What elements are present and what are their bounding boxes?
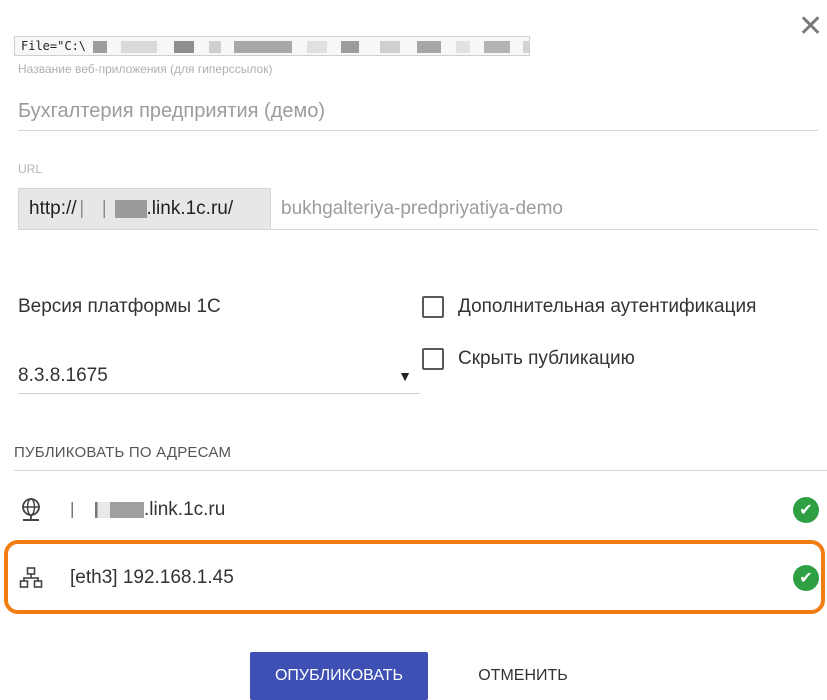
platform-version-label: Версия платформы 1С xyxy=(18,296,221,317)
address-text: .link.1c.ru xyxy=(144,499,226,520)
redacted-path-block xyxy=(483,40,510,53)
highlight-frame xyxy=(4,540,825,614)
hide-publication-label: Скрыть публикацию xyxy=(458,348,635,369)
redacted-path-block xyxy=(456,40,471,53)
connection-string-prefix: File="C:\ xyxy=(21,39,87,53)
redacted-path-block xyxy=(340,40,359,53)
redacted-path-block xyxy=(522,40,529,53)
platform-version-select[interactable]: 8.3.8.1675 ▼ xyxy=(18,358,420,394)
redacted-path-block xyxy=(417,40,442,53)
section-divider xyxy=(14,470,827,471)
redacted-path-block xyxy=(307,40,328,53)
publish-button[interactable]: ОПУБЛИКОВАТЬ xyxy=(250,652,428,700)
url-path-input[interactable]: bukhgalteriya-predpriyatiya-demo xyxy=(271,188,818,230)
url-label: URL xyxy=(18,162,43,176)
close-icon[interactable]: ✕ xyxy=(798,12,823,42)
chevron-down-icon: ▼ xyxy=(398,368,412,384)
redacted-host xyxy=(70,502,144,518)
extra-auth-option[interactable]: Дополнительная аутентификация xyxy=(422,296,756,318)
platform-version-value: 8.3.8.1675 xyxy=(18,365,108,386)
hide-publication-option[interactable]: Скрыть публикацию xyxy=(422,348,635,370)
cancel-button[interactable]: ОТМЕНИТЬ xyxy=(456,652,590,700)
app-name-input[interactable]: Бухгалтерия предприятия (демо) xyxy=(18,92,818,131)
extra-auth-label: Дополнительная аутентификация xyxy=(458,296,757,317)
redacted-path-block xyxy=(234,40,293,53)
url-domain: .link.1c.ru/ xyxy=(146,198,234,219)
publish-addresses-title: ПУБЛИКОВАТЬ ПО АДРЕСАМ xyxy=(14,444,232,461)
url-prefix: http:// .link.1c.ru/ xyxy=(18,188,271,230)
redacted-path-block xyxy=(93,40,108,53)
redacted-path-block xyxy=(379,40,400,53)
globe-icon xyxy=(18,497,44,523)
address-row-external[interactable]: .link.1c.ru ✔ xyxy=(14,482,827,538)
app-name-hint: Название веб-приложения (для гиперссылок… xyxy=(18,62,273,76)
redacted-path-block xyxy=(208,40,221,53)
url-scheme: http:// xyxy=(29,198,77,219)
hide-publication-checkbox[interactable] xyxy=(422,348,444,370)
extra-auth-checkbox[interactable] xyxy=(422,296,444,318)
redacted-path-block xyxy=(173,40,194,53)
redacted-subdomain xyxy=(76,199,147,218)
check-circle-icon: ✔ xyxy=(793,497,819,523)
redacted-path-block xyxy=(120,40,157,53)
connection-string-field: File="C:\ ; xyxy=(14,36,530,56)
